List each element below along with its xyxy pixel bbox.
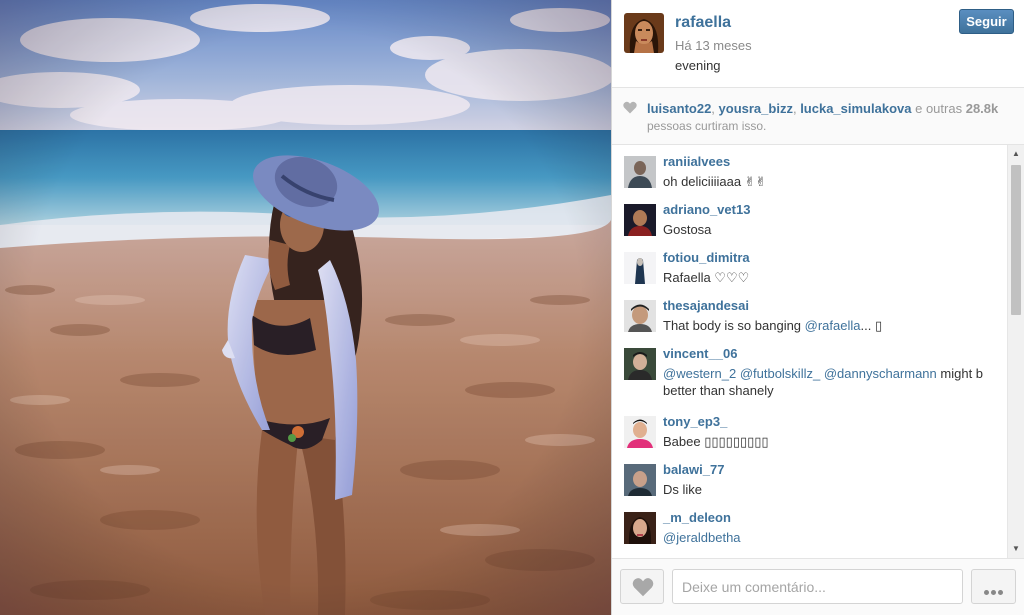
- ellipsis-icon: [984, 590, 989, 595]
- scrollbar-thumb[interactable]: [1011, 165, 1021, 315]
- like-user-link[interactable]: lucka_simulakova: [800, 101, 911, 116]
- avatar[interactable]: [624, 300, 656, 332]
- comment-text: Ds like: [663, 482, 703, 497]
- comment-text: Babee ▯▯▯▯▯▯▯▯▯: [663, 434, 769, 449]
- post-timestamp[interactable]: Há 13 meses: [675, 38, 752, 53]
- comment-text: @western_2 @futbolskillz_ @dannyscharman…: [663, 365, 983, 383]
- and-others-text: e outras: [915, 101, 963, 116]
- ellipsis-icon: [998, 590, 1003, 595]
- comment-text-line2: better than shanely: [663, 383, 774, 398]
- comment-text-part: ... ▯: [860, 318, 883, 333]
- heart-icon: [623, 101, 637, 114]
- avatar[interactable]: [624, 252, 656, 284]
- avatar[interactable]: [624, 348, 656, 380]
- comment-text: Rafaella ♡♡♡: [663, 270, 750, 285]
- post-username[interactable]: rafaella: [675, 14, 731, 32]
- avatar[interactable]: [624, 13, 664, 53]
- mention-link[interactable]: @futbolskillz_: [740, 366, 820, 381]
- follow-button[interactable]: Seguir: [959, 9, 1014, 34]
- comment-username[interactable]: adriano_vet13: [663, 202, 750, 217]
- scroll-up-arrow-icon[interactable]: ▲: [1008, 147, 1024, 161]
- comment-text-part: might b: [936, 366, 984, 381]
- avatar[interactable]: [624, 204, 656, 236]
- comment-username[interactable]: thesajandesai: [663, 298, 749, 313]
- post-photo[interactable]: [0, 0, 611, 615]
- profile-photo: [624, 13, 664, 53]
- post-caption: evening: [675, 58, 721, 73]
- likes-count[interactable]: 28.8k: [966, 101, 999, 116]
- comment-text: That body is so banging @rafaella... ▯: [663, 317, 882, 335]
- comment-composer: [612, 558, 1024, 615]
- separator: ,: [711, 101, 719, 116]
- avatar[interactable]: [624, 512, 656, 544]
- comment-input[interactable]: [672, 569, 963, 604]
- comment-username[interactable]: _m_deleon: [663, 510, 731, 525]
- post-header: rafaella Há 13 meses evening Seguir: [612, 0, 1024, 88]
- comment-username[interactable]: raniialvees: [663, 154, 730, 169]
- like-button[interactable]: [620, 569, 664, 604]
- post-details-panel: rafaella Há 13 meses evening Seguir luis…: [611, 0, 1024, 615]
- like-user-link[interactable]: luisanto22: [647, 101, 711, 116]
- comment-text-part: That body is so banging: [663, 318, 805, 333]
- mention-link[interactable]: @jeraldbetha: [663, 530, 741, 545]
- comment-username[interactable]: tony_ep3_: [663, 414, 727, 429]
- mention-link[interactable]: @dannyscharmann: [824, 366, 937, 381]
- scroll-down-arrow-icon[interactable]: ▼: [1008, 542, 1024, 556]
- avatar[interactable]: [624, 416, 656, 448]
- likes-suffix: pessoas curtiram isso.: [647, 119, 767, 133]
- likes-users-line: luisanto22, yousra_bizz, lucka_simulakov…: [647, 101, 998, 116]
- comments-scrollbar[interactable]: ▲ ▼: [1007, 145, 1024, 558]
- heart-icon: [632, 578, 654, 597]
- avatar[interactable]: [624, 156, 656, 188]
- like-user-link[interactable]: yousra_bizz: [719, 101, 793, 116]
- ellipsis-icon: [991, 590, 996, 595]
- post-viewer: rafaella Há 13 meses evening Seguir luis…: [0, 0, 1024, 615]
- comment-username[interactable]: fotiou_dimitra: [663, 250, 750, 265]
- mention-link[interactable]: @rafaella: [805, 318, 861, 333]
- comment-text: Gostosa: [663, 222, 712, 237]
- likes-summary: luisanto22, yousra_bizz, lucka_simulakov…: [612, 88, 1024, 145]
- avatar[interactable]: [624, 464, 656, 496]
- beach-photo: [0, 0, 611, 615]
- comment-username[interactable]: vincent__06: [663, 346, 737, 361]
- comments-list[interactable]: raniialvees oh deliciiiiaaa ✌✌ adriano_v…: [612, 145, 1024, 558]
- comment-text: @jeraldbetha: [663, 529, 741, 547]
- mention-link[interactable]: @western_2: [663, 366, 736, 381]
- more-options-button[interactable]: [971, 569, 1016, 604]
- comment-username[interactable]: balawi_77: [663, 462, 724, 477]
- comment-text: oh deliciiiiaaa ✌✌: [663, 174, 767, 189]
